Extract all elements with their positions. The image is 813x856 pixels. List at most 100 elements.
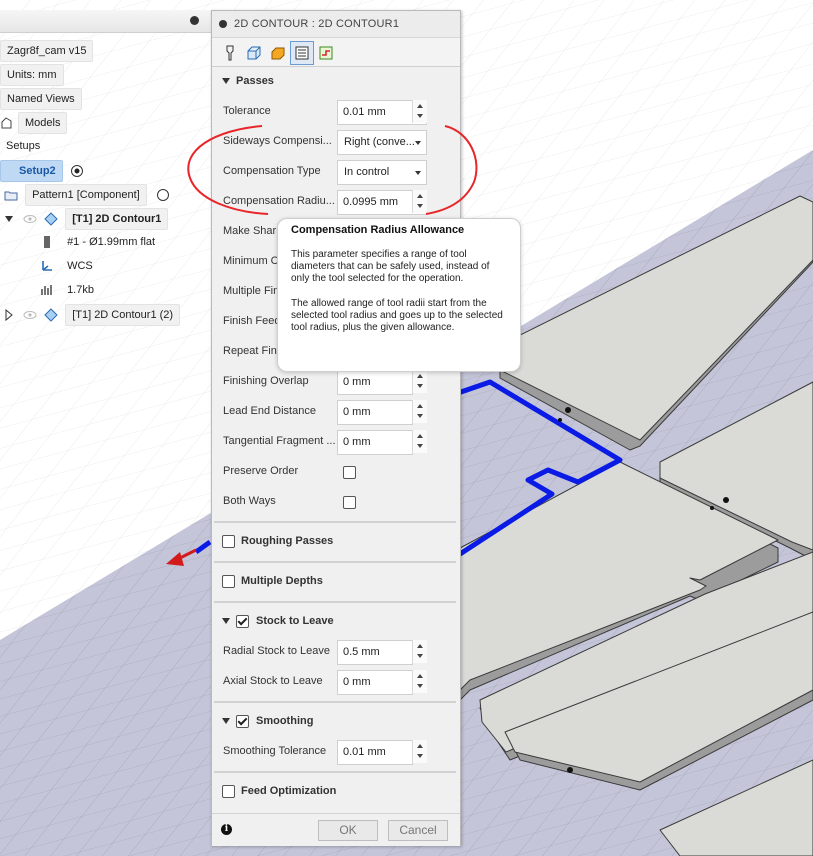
tolerance-stepper[interactable] — [412, 100, 427, 123]
browser-pin-icon[interactable] — [190, 16, 199, 25]
tree-units[interactable]: Units: mm — [0, 64, 64, 86]
comp-type-select[interactable]: In control — [337, 160, 427, 185]
tree-tool[interactable]: #1 - Ø1.99mm flat — [40, 232, 161, 252]
both-ways-checkbox[interactable] — [343, 496, 356, 509]
wcs-axes-icon — [42, 261, 52, 271]
roughing-checkbox[interactable] — [222, 535, 235, 548]
smoothing-tol-label: Smoothing Tolerance — [223, 745, 327, 757]
tree-wcs[interactable]: WCS — [40, 256, 99, 276]
dialog-tabs — [212, 38, 460, 67]
section-feed-opt[interactable]: Feed Optimization — [212, 779, 460, 803]
tree-op1[interactable]: [T1] 2D Contour1 — [2, 208, 169, 230]
eye-hidden-icon[interactable] — [23, 308, 37, 322]
tree-models[interactable]: Models — [0, 112, 68, 134]
activate-radio-icon[interactable] — [70, 164, 84, 178]
radial-stock-input[interactable]: 0.5 mm — [337, 640, 413, 665]
feed-opt-header: Feed Optimization — [241, 785, 337, 797]
tree-size[interactable]: 1.7kb — [40, 280, 100, 300]
section-smoothing[interactable]: Smoothing — [212, 709, 460, 733]
passes-tab-icon — [295, 46, 309, 60]
heights-tab-icon — [271, 47, 285, 60]
lead-end-stepper[interactable] — [412, 400, 427, 423]
pattern-label: Pattern1 [Component] — [25, 184, 147, 206]
tab-geometry[interactable] — [242, 41, 266, 65]
cancel-button[interactable]: Cancel — [388, 820, 448, 841]
sideways-label: Sideways Compensi... — [223, 135, 332, 147]
row-lead-end: Lead End Distance 0 mm — [212, 399, 460, 425]
divider — [214, 701, 456, 703]
tab-linking[interactable] — [314, 41, 338, 65]
tangential-stepper[interactable] — [412, 430, 427, 453]
geometry-tab-icon — [247, 46, 261, 60]
tree-op2[interactable]: [T1] 2D Contour1 (2) — [2, 304, 181, 326]
tangential-value: 0 mm — [343, 436, 371, 448]
finishing-overlap-stepper[interactable] — [412, 370, 427, 393]
finishing-overlap-input[interactable]: 0 mm — [337, 370, 413, 395]
tree-named-views[interactable]: Named Views — [0, 88, 82, 110]
tab-passes[interactable] — [290, 41, 314, 65]
collapse-passes-icon[interactable] — [222, 78, 230, 84]
stock-checkbox[interactable] — [236, 615, 249, 628]
multiple-depths-header: Multiple Depths — [241, 575, 323, 587]
row-smoothing-tol: Smoothing Tolerance 0.01 mm — [212, 739, 460, 765]
sideways-value: Right (conve... — [344, 136, 414, 148]
document-name: Zagr8f_cam v15 — [0, 40, 94, 62]
tree-document[interactable]: Zagr8f_cam v15 — [0, 40, 94, 62]
lead-end-value: 0 mm — [343, 406, 371, 418]
smoothing-tol-input[interactable]: 0.01 mm — [337, 740, 413, 765]
tree-pattern[interactable]: Pattern1 [Component] — [4, 184, 174, 206]
tool-icon — [44, 236, 50, 249]
collapse-stock-icon[interactable] — [222, 618, 230, 624]
expand-down-icon[interactable] — [2, 212, 16, 226]
tab-heights[interactable] — [266, 41, 290, 65]
dialog-title-bar[interactable]: 2D CONTOUR : 2D CONTOUR1 — [212, 11, 460, 38]
tooltip-paragraph-2: The allowed range of tool radii start fr… — [291, 298, 503, 333]
ok-button[interactable]: OK — [318, 820, 378, 841]
sideways-select[interactable]: Right (conve... — [337, 130, 427, 155]
row-axial-stock: Axial Stock to Leave 0 mm — [212, 669, 460, 695]
multiple-depths-checkbox[interactable] — [222, 575, 235, 588]
contour-dialog: 2D CONTOUR : 2D CONTOUR1 Passes Toleranc… — [211, 10, 461, 846]
smoothing-tol-stepper[interactable] — [412, 740, 427, 763]
section-stock[interactable]: Stock to Leave — [212, 609, 460, 633]
tree-setups[interactable]: Setups — [0, 136, 46, 156]
setup2-label: Setup2 — [0, 160, 63, 182]
axial-stock-stepper[interactable] — [412, 670, 427, 693]
finishing-overlap-value: 0 mm — [343, 376, 371, 388]
section-passes[interactable]: Passes — [212, 69, 460, 93]
tooltip: Compensation Radius Allowance This param… — [277, 218, 521, 372]
smoothing-header: Smoothing — [256, 715, 314, 727]
size-label: 1.7kb — [67, 284, 94, 296]
section-roughing[interactable]: Roughing Passes — [212, 529, 460, 553]
axial-stock-input[interactable]: 0 mm — [337, 670, 413, 695]
finishing-overlap-label: Finishing Overlap — [223, 375, 309, 387]
row-tangential: Tangential Fragment ... 0 mm — [212, 429, 460, 455]
section-multiple-depths[interactable]: Multiple Depths — [212, 569, 460, 593]
dialog-grip-icon[interactable] — [219, 20, 227, 28]
named-views-label: Named Views — [0, 88, 82, 110]
radial-stock-label: Radial Stock to Leave — [223, 645, 331, 657]
tolerance-value: 0.01 mm — [343, 106, 386, 118]
setups-label: Setups — [6, 140, 41, 152]
models-label: Models — [18, 112, 68, 134]
smoothing-checkbox[interactable] — [236, 715, 249, 728]
tangential-input[interactable]: 0 mm — [337, 430, 413, 455]
dialog-footer: i OK Cancel — [212, 813, 460, 846]
tab-tool[interactable] — [218, 41, 242, 65]
pattern-folder-icon — [4, 191, 18, 201]
divider — [214, 561, 456, 563]
comp-radius-stepper[interactable] — [412, 190, 427, 213]
info-icon[interactable]: i — [221, 824, 232, 835]
radial-stock-stepper[interactable] — [412, 640, 427, 663]
expand-right-icon[interactable] — [2, 308, 16, 322]
eye-hidden-icon[interactable] — [23, 212, 37, 226]
tangential-label: Tangential Fragment ... — [223, 435, 335, 447]
row-comp-type: Compensation Type In control — [212, 159, 460, 185]
tree-setup2[interactable]: Setup2 — [0, 160, 88, 182]
tolerance-label: Tolerance — [223, 105, 271, 117]
lead-end-input[interactable]: 0 mm — [337, 400, 413, 425]
preserve-order-checkbox[interactable] — [343, 466, 356, 479]
pattern-radio-icon[interactable] — [156, 188, 170, 202]
collapse-smoothing-icon[interactable] — [222, 718, 230, 724]
feed-opt-checkbox[interactable] — [222, 785, 235, 798]
